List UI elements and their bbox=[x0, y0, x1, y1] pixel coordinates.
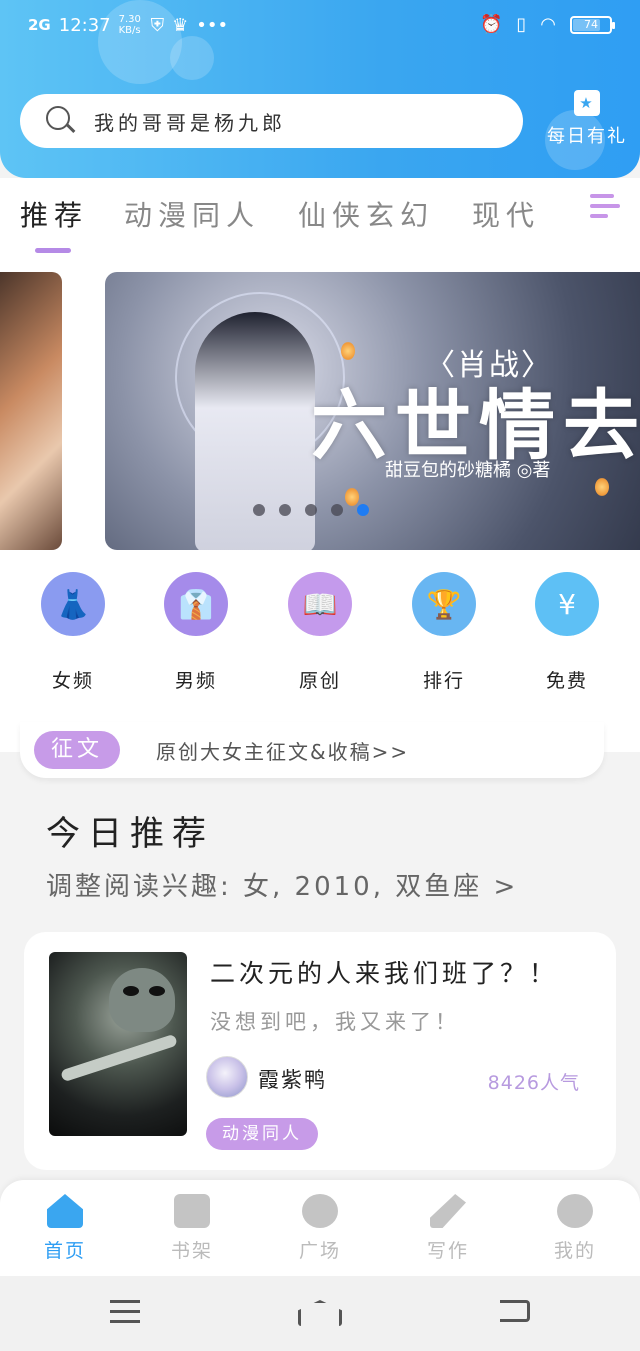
notice-text[interactable]: 原创大女主征文&收稿>> bbox=[156, 736, 409, 765]
shield-icon: ⛨ bbox=[150, 14, 165, 36]
category-label: 原创 bbox=[298, 670, 341, 692]
gift-icon bbox=[574, 90, 600, 116]
carousel-dots bbox=[253, 504, 369, 516]
nav-home[interactable]: 首页 bbox=[20, 1194, 110, 1263]
nav-mine[interactable]: 我的 bbox=[530, 1194, 620, 1263]
vibrate-icon: ▯ bbox=[516, 14, 527, 35]
planet-icon bbox=[302, 1194, 338, 1228]
carousel-dot[interactable] bbox=[331, 504, 343, 516]
search-placeholder: 我的哥哥是杨九郎 bbox=[94, 110, 286, 135]
book-icon: 📖 bbox=[288, 572, 352, 636]
wifi-icon: ◠ bbox=[540, 14, 556, 35]
cover-art bbox=[109, 968, 175, 1032]
nav-label: 我的 bbox=[553, 1240, 596, 1262]
daily-gift-label: 每日有礼 bbox=[547, 126, 627, 147]
crown-icon: ♛ bbox=[172, 14, 189, 36]
tab-anime-fanfic[interactable]: 动漫同人 bbox=[124, 194, 260, 234]
section-title: 今日推荐 bbox=[46, 814, 214, 854]
category-label: 排行 bbox=[422, 670, 465, 692]
search-icon bbox=[46, 106, 76, 136]
clock: 12:37 bbox=[58, 14, 111, 36]
category-female[interactable]: 👗 女频 bbox=[33, 572, 113, 693]
book-description: 没想到吧，我又来了！ bbox=[210, 1010, 460, 1034]
author-name[interactable]: 霞紫鸭 bbox=[258, 1064, 327, 1094]
nav-label: 写作 bbox=[426, 1240, 469, 1262]
banner-prev-slide[interactable] bbox=[0, 272, 62, 550]
interest-settings-link[interactable]: 调整阅读兴趣: 女, 2010, 双鱼座 > bbox=[46, 866, 518, 903]
dress-icon: 👗 bbox=[41, 572, 105, 636]
trophy-icon: 🏆 bbox=[412, 572, 476, 636]
category-label: 男频 bbox=[174, 670, 217, 692]
system-home-button[interactable] bbox=[298, 1300, 342, 1326]
book-cover[interactable] bbox=[49, 952, 187, 1136]
nav-bookshelf[interactable]: 书架 bbox=[147, 1194, 237, 1263]
active-tab-indicator bbox=[35, 248, 71, 253]
carousel-dot-active[interactable] bbox=[357, 504, 369, 516]
banner-carousel[interactable]: 〈肖战〉 六世情去 甜豆包的砂糖橘 ◎著 bbox=[0, 258, 640, 568]
coin-icon: ¥ bbox=[535, 572, 599, 636]
nav-square[interactable]: 广场 bbox=[275, 1194, 365, 1263]
system-back-button[interactable] bbox=[500, 1300, 530, 1322]
pen-icon bbox=[430, 1194, 466, 1228]
carousel-dot[interactable] bbox=[279, 504, 291, 516]
home-icon bbox=[47, 1194, 83, 1228]
nav-label: 广场 bbox=[298, 1240, 341, 1262]
battery-icon: 74 bbox=[570, 15, 615, 34]
carousel-dot[interactable] bbox=[305, 504, 317, 516]
menu-icon[interactable] bbox=[590, 194, 620, 224]
system-navigation-bar bbox=[0, 1276, 640, 1351]
battery-level: 74 bbox=[584, 17, 598, 31]
lantern-decor bbox=[595, 478, 609, 496]
carousel-dot[interactable] bbox=[253, 504, 265, 516]
tab-recommend[interactable]: 推荐 bbox=[20, 194, 88, 234]
nav-label: 首页 bbox=[43, 1240, 86, 1262]
avatar[interactable] bbox=[206, 1056, 248, 1098]
signal-indicator: 2G bbox=[28, 16, 51, 34]
banner-author: 甜豆包的砂糖橘 ◎著 bbox=[385, 460, 551, 481]
search-bar[interactable]: 我的哥哥是杨九郎 bbox=[20, 94, 523, 148]
bottom-navigation: 首页 书架 广场 写作 我的 bbox=[0, 1180, 640, 1276]
category-original[interactable]: 📖 原创 bbox=[280, 572, 360, 693]
nav-label: 书架 bbox=[170, 1240, 213, 1262]
more-dots: ••• bbox=[196, 14, 229, 36]
genre-tag[interactable]: 动漫同人 bbox=[206, 1118, 318, 1150]
book-title[interactable]: 二次元的人来我们班了？！ bbox=[210, 954, 558, 990]
app-header: 2G 12:37 7.30 KB/s ⛨ ♛ ••• ⏰ ▯ ◠ 74 我的哥哥… bbox=[0, 0, 640, 178]
chat-icon bbox=[557, 1194, 593, 1228]
suit-icon: 👔 bbox=[164, 572, 228, 636]
book-card[interactable]: 二次元的人来我们班了？！ 没想到吧，我又来了！ 霞紫鸭 8426人气 动漫同人 bbox=[24, 932, 616, 1170]
category-label: 女频 bbox=[51, 670, 94, 692]
tab-xianxia[interactable]: 仙侠玄幻 bbox=[298, 194, 434, 234]
recent-apps-button[interactable] bbox=[110, 1300, 140, 1330]
daily-gift-button[interactable]: 每日有礼 bbox=[542, 90, 632, 148]
nav-write[interactable]: 写作 bbox=[403, 1194, 493, 1263]
category-label: 免费 bbox=[545, 670, 588, 692]
network-speed: 7.30 KB/s bbox=[118, 14, 141, 36]
tab-modern[interactable]: 现代 bbox=[472, 194, 540, 234]
category-free[interactable]: ¥ 免费 bbox=[527, 572, 607, 693]
bookshelf-icon bbox=[174, 1194, 210, 1228]
status-bar: 2G 12:37 7.30 KB/s ⛨ ♛ ••• ⏰ ▯ ◠ 74 bbox=[28, 8, 615, 44]
popularity-count: 8426人气 bbox=[487, 1072, 580, 1094]
notice-badge: 征文 bbox=[34, 731, 120, 769]
alarm-icon: ⏰ bbox=[479, 14, 503, 35]
banner-slide[interactable]: 〈肖战〉 六世情去 甜豆包的砂糖橘 ◎著 bbox=[105, 272, 640, 550]
contest-notice[interactable]: 征文 原创大女主征文&收稿>> bbox=[20, 722, 604, 778]
category-male[interactable]: 👔 男频 bbox=[156, 572, 236, 693]
lantern-decor bbox=[341, 342, 355, 360]
category-tabs: 推荐 动漫同人 仙侠玄幻 现代 bbox=[0, 178, 640, 258]
category-ranking[interactable]: 🏆 排行 bbox=[404, 572, 484, 693]
